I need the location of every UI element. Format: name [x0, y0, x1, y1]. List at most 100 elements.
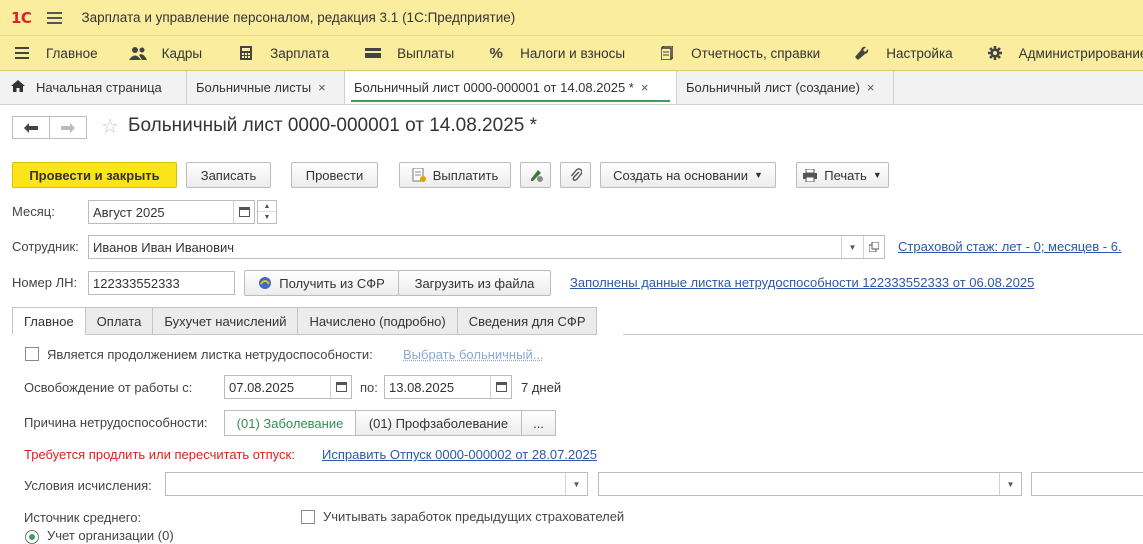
arrow-left-icon	[24, 122, 38, 133]
release-to-date[interactable]: 13.08.2025	[384, 375, 512, 399]
forward-button[interactable]	[50, 116, 87, 139]
tab-main[interactable]: Главное	[12, 307, 86, 335]
close-icon[interactable]: ×	[867, 80, 875, 95]
step-down-icon[interactable]: ▼	[258, 212, 276, 223]
get-from-sfr-button[interactable]: Получить из СФР	[244, 270, 399, 296]
load-from-file-button[interactable]: Загрузить из файла	[398, 270, 551, 296]
menu-item-main[interactable]: Главное	[12, 36, 98, 70]
release-to-label: по:	[360, 380, 378, 395]
continuation-checkbox[interactable]	[25, 347, 39, 361]
save-button[interactable]: Записать	[186, 162, 271, 188]
month-stepper[interactable]: ▲ ▼	[257, 200, 277, 224]
pencil-plus-icon	[530, 170, 543, 182]
favorite-star-icon[interactable]: ☆	[101, 114, 119, 139]
edit-marker-button[interactable]	[520, 162, 551, 188]
menu-item-payments[interactable]: Выплаты	[363, 36, 454, 70]
paperclip-icon	[570, 168, 582, 182]
reason-more-button[interactable]: ...	[521, 410, 556, 436]
tab-sick-leaves[interactable]: Больничные листы ×	[187, 71, 345, 104]
ln-number-input[interactable]: 122333552333	[88, 271, 235, 295]
step-up-icon[interactable]: ▲	[258, 201, 276, 212]
month-input[interactable]: Август 2025	[88, 200, 255, 224]
org-accounting-label: Учет организации (0)	[47, 528, 174, 543]
calendar-icon[interactable]	[330, 376, 351, 398]
caret-down-icon: ▼	[872, 170, 882, 180]
people-icon	[128, 45, 148, 61]
reason-label: Причина нетрудоспособности:	[24, 415, 208, 430]
menu-item-taxes[interactable]: % Налоги и взносы	[486, 36, 626, 70]
average-source-label: Источник среднего:	[24, 510, 142, 525]
select-sick-leave-link[interactable]: Выбрать больничный...	[403, 347, 544, 362]
menu-item-hr[interactable]: Кадры	[128, 36, 202, 70]
calc-conditions-select-1[interactable]: ▼	[165, 472, 588, 496]
prev-insurers-checkbox[interactable]	[301, 510, 315, 524]
close-icon[interactable]: ×	[641, 80, 649, 95]
menu-item-settings[interactable]: Настройка	[852, 36, 953, 70]
create-based-on-button[interactable]: Создать на основании ▼	[600, 162, 776, 188]
back-button[interactable]	[12, 116, 50, 139]
calendar-icon[interactable]	[490, 376, 511, 398]
tab-sfr-info[interactable]: Сведения для СФР	[457, 307, 598, 335]
menu-item-reports[interactable]: Отчетность, справки	[657, 36, 820, 70]
menu-lines-icon	[12, 45, 32, 61]
main-menu-icon[interactable]	[47, 11, 63, 24]
close-icon[interactable]: ×	[318, 80, 326, 95]
history-navigation	[12, 116, 87, 139]
tab-sick-leave-document[interactable]: Больничный лист 0000-000001 от 14.08.202…	[345, 71, 677, 104]
prev-insurers-label: Учитывать заработок предыдущих страховат…	[323, 509, 625, 524]
tab-accounting[interactable]: Бухучет начислений	[153, 307, 299, 335]
filled-data-link[interactable]: Заполнены данные листка нетрудоспособнос…	[570, 275, 1034, 290]
title-bar: 1С Зарплата и управление персоналом, ред…	[0, 0, 1143, 35]
release-from-date[interactable]: 07.08.2025	[224, 375, 352, 399]
attach-files-button[interactable]	[560, 162, 591, 188]
tab-sick-leave-new[interactable]: Больничный лист (создание) ×	[677, 71, 894, 104]
home-icon	[11, 80, 25, 95]
printer-icon	[803, 168, 818, 182]
tab-accrued-detailed[interactable]: Начислено (подробно)	[298, 307, 458, 335]
org-accounting-radio[interactable]	[25, 530, 39, 544]
release-from-label: Освобождение от работы с:	[24, 380, 193, 395]
fix-vacation-link[interactable]: Исправить Отпуск 0000-000002 от 28.07.20…	[322, 447, 597, 462]
calc-conditions-select-3[interactable]	[1031, 472, 1143, 496]
vacation-warning: Требуется продлить или пересчитать отпус…	[24, 447, 295, 462]
post-button[interactable]: Провести	[291, 162, 378, 188]
calculator-icon	[236, 45, 256, 61]
tab-home[interactable]: Начальная страница	[0, 71, 187, 104]
pay-button[interactable]: Выплатить	[399, 162, 511, 188]
reason-disease-option[interactable]: (01) Заболевание	[224, 410, 356, 436]
page-title: Больничный лист 0000-000001 от 14.08.202…	[128, 115, 538, 136]
ln-number-label: Номер ЛН:	[12, 275, 78, 290]
report-icon	[657, 45, 677, 61]
wallet-icon	[363, 45, 383, 61]
app-logo: 1С	[11, 8, 32, 27]
dropdown-arrow-icon[interactable]: ▼	[841, 236, 863, 258]
sfr-logo-icon	[258, 276, 272, 290]
insurance-experience-link[interactable]: Страховой стаж: лет - 0; месяцев - 6.	[898, 239, 1122, 254]
percent-icon: %	[489, 44, 503, 62]
tab-divider	[623, 334, 1143, 335]
caret-down-icon: ▼	[753, 170, 763, 180]
menu-item-administration[interactable]: Администрирование	[985, 36, 1143, 70]
app-title: Зарплата и управление персоналом, редакц…	[81, 10, 516, 25]
document-pay-icon	[412, 168, 426, 182]
open-form-icon[interactable]	[863, 236, 884, 258]
month-label: Месяц:	[12, 204, 55, 219]
reason-occupational-option[interactable]: (01) Профзаболевание	[355, 410, 522, 436]
continuation-label: Является продолжением листка нетрудоспос…	[47, 347, 373, 362]
form-tabs: Главное Оплата Бухучет начислений Начисл…	[12, 307, 598, 335]
dropdown-arrow-icon[interactable]: ▼	[565, 473, 587, 495]
sections-panel: Главное Кадры Зарплата Выплаты % Налоги …	[0, 35, 1143, 71]
open-windows-bar: Начальная страница Больничные листы × Бо…	[0, 71, 1143, 105]
dropdown-arrow-icon[interactable]: ▼	[999, 473, 1021, 495]
calc-conditions-label: Условия исчисления:	[24, 478, 152, 493]
tab-payment[interactable]: Оплата	[85, 307, 154, 335]
calc-conditions-select-2[interactable]: ▼	[598, 472, 1022, 496]
wrench-icon	[852, 45, 872, 61]
print-button[interactable]: Печать ▼	[796, 162, 889, 188]
employee-input[interactable]: Иванов Иван Иванович ▼	[88, 235, 885, 259]
employee-label: Сотрудник:	[12, 239, 79, 254]
calendar-icon[interactable]	[233, 201, 254, 223]
days-count: 7 дней	[521, 380, 562, 395]
post-and-close-button[interactable]: Провести и закрыть	[12, 162, 177, 188]
menu-item-salary[interactable]: Зарплата	[236, 36, 329, 70]
